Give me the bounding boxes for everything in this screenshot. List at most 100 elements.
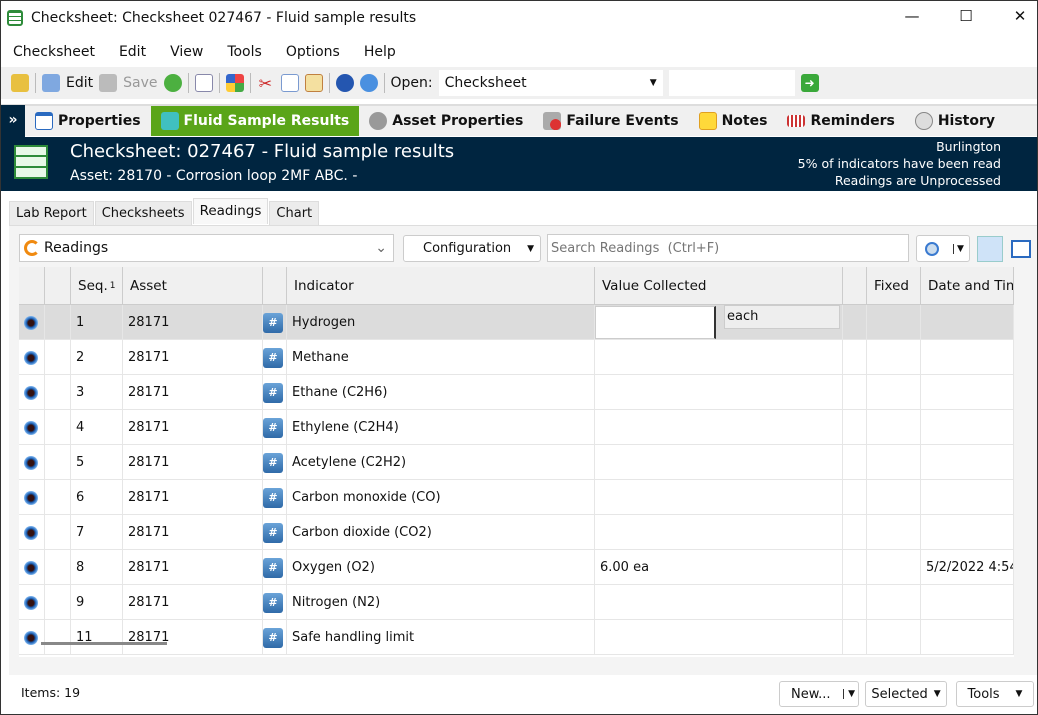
sort-indicator: 1 [109,280,116,291]
refresh-icon[interactable] [163,74,182,92]
save-button[interactable]: Save [123,75,157,91]
table-row[interactable]: 4 28171 # Ethylene (C2H4) [19,410,1014,445]
paste-icon[interactable] [304,74,323,92]
value-input[interactable] [595,306,716,339]
menu-help[interactable]: Help [352,44,408,60]
flask-icon [160,112,179,130]
menu-edit[interactable]: Edit [107,44,158,60]
nav-properties[interactable]: Properties [25,106,151,136]
edit-button[interactable]: Edit [66,75,93,91]
unit-field[interactable]: each [724,305,840,329]
column-header-date[interactable]: Date and Tim [921,267,1014,305]
cell-type: # [263,445,287,480]
cell-fixed [867,550,921,585]
table-row[interactable]: 7 28171 # Carbon dioxide (CO2) [19,515,1014,550]
cell-value[interactable] [595,515,843,550]
nav-fluid-sample-results[interactable]: Fluid Sample Results [150,106,360,136]
numeric-type-icon: # [263,452,283,473]
cell-value[interactable] [595,480,843,515]
list-view-icon[interactable] [977,236,1003,262]
cell-value[interactable] [595,585,843,620]
detail-view-icon[interactable] [1011,240,1031,258]
tab-readings[interactable]: Readings [192,198,269,224]
open-type-select[interactable]: Checksheet ▼ [438,70,663,96]
column-header-asset[interactable]: Asset [123,267,263,305]
cell-value[interactable] [595,445,843,480]
table-row[interactable]: 5 28171 # Acetylene (C2H2) [19,445,1014,480]
table-row[interactable]: 11 28171 # Safe handling limit [19,620,1014,655]
expand-chevron-icon[interactable]: » [1,105,25,137]
failure-gear-icon [543,112,562,130]
table-row[interactable]: 2 28171 # Methane [19,340,1014,375]
readings-grid: Seq. 1 Asset Indicator Value Collected Fi… [19,267,1014,657]
cell-value[interactable] [595,410,843,445]
tab-lab-report[interactable]: Lab Report [9,201,94,225]
nav-label: Reminders [810,113,895,129]
nav-failure-events[interactable]: Failure Events [533,106,688,136]
column-label: Date and Tim [928,277,1014,294]
cell-value[interactable]: each [595,305,843,340]
menu-tools[interactable]: Tools [215,44,274,60]
maximize-button[interactable]: ☐ [951,7,981,29]
table-row[interactable]: 1 28171 # Hydrogen each [19,305,1014,340]
cell-value[interactable] [595,375,843,410]
cell-asset: 28171 [123,620,263,655]
nav-reminders[interactable]: Reminders [777,106,904,136]
cell-value[interactable] [595,620,843,655]
help-icon[interactable] [335,74,354,92]
table-row[interactable]: 3 28171 # Ethane (C2H6) [19,375,1014,410]
cell-type: # [263,515,287,550]
configuration-button[interactable]: Configuration ▼ [403,235,541,262]
edit-icon[interactable] [42,74,60,92]
table-row[interactable]: 9 28171 # Nitrogen (N2) [19,585,1014,620]
selected-button[interactable]: Selected ▼ [865,681,947,707]
reading-status-icon [24,455,38,470]
open-folder-icon[interactable] [11,74,29,92]
column-header-indicator[interactable]: Indicator [287,267,595,305]
table-row[interactable]: 8 28171 # Oxygen (O2) 6.00 ea 5/2/2022 4:54 [19,550,1014,585]
column-header-fixed[interactable]: Fixed [867,267,921,305]
nav-asset-properties[interactable]: Asset Properties [359,106,533,136]
search-button[interactable]: ▼ [916,235,970,262]
minimize-button[interactable]: — [897,7,927,29]
menu-options[interactable]: Options [274,44,352,60]
cell-blank2 [843,445,867,480]
tools-label: Tools [967,686,1000,702]
windows-icon[interactable] [225,74,244,92]
cell-fixed [867,515,921,550]
cell-fixed [867,585,921,620]
cell-fixed [867,305,921,340]
cell-value[interactable]: 6.00 ea [595,550,843,585]
table-row[interactable]: 6 28171 # Carbon monoxide (CO) [19,480,1014,515]
cut-icon[interactable]: ✂ [257,74,275,93]
nav-history[interactable]: History [905,106,1005,136]
dropdown-arrow-icon[interactable]: ▼ [843,689,855,699]
new-button[interactable]: New... ▼ [779,681,859,707]
go-arrow-icon[interactable]: ➜ [800,74,819,92]
cell-indicator: Carbon dioxide (CO2) [287,515,595,550]
column-header-value-collected[interactable]: Value Collected [595,267,843,305]
tab-chart[interactable]: Chart [269,201,320,225]
nav-label: Notes [721,113,768,129]
close-button[interactable]: ✕ [1005,7,1035,29]
info-icon[interactable] [359,74,378,92]
new-document-icon[interactable] [194,74,213,92]
horizontal-scrollbar[interactable] [41,642,167,645]
tools-button[interactable]: Tools ▼ [956,681,1034,707]
column-header-seq[interactable]: Seq. 1 [71,267,123,305]
open-search-input[interactable] [668,70,795,96]
search-readings-input[interactable] [547,234,909,262]
tab-checksheets[interactable]: Checksheets [94,201,192,225]
cell-blank2 [843,375,867,410]
menu-view[interactable]: View [158,44,215,60]
cell-value[interactable] [595,340,843,375]
nav-notes[interactable]: Notes [689,106,778,136]
copy-icon[interactable] [280,74,299,92]
cell-indicator: Oxygen (O2) [287,550,595,585]
view-select[interactable]: Readings ⌄ [19,234,394,262]
menu-checksheet[interactable]: Checksheet [1,44,107,60]
separator [218,73,220,93]
chevron-down-icon: ⌄ [375,240,387,256]
separator [328,73,330,93]
cell-fixed [867,445,921,480]
